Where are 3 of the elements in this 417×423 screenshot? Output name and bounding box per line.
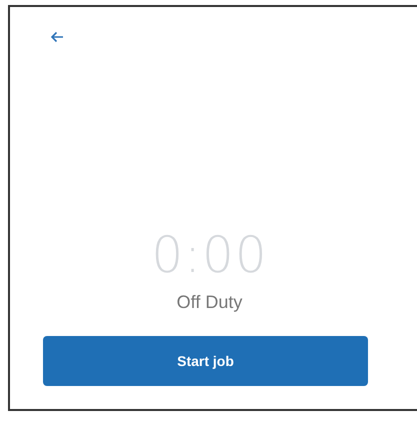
duty-status: Off Duty (176, 291, 242, 313)
start-job-button[interactable]: Start job (43, 336, 368, 386)
back-arrow-icon[interactable] (50, 31, 64, 43)
